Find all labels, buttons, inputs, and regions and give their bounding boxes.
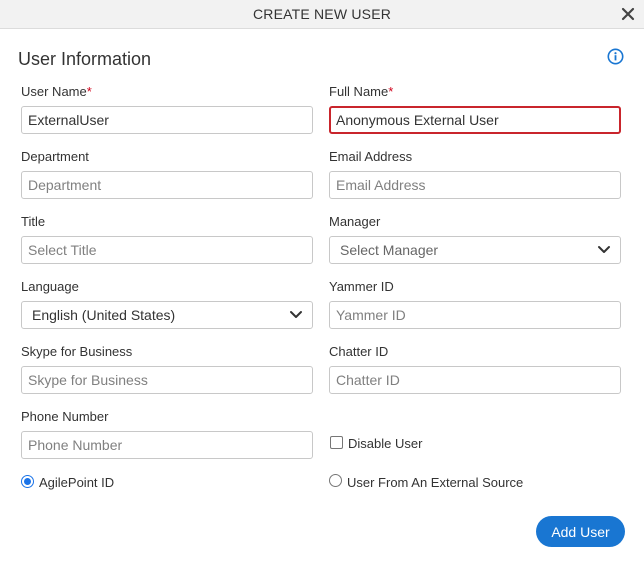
external-source-label[interactable]: User From An External Source bbox=[347, 475, 523, 490]
external-source-radio[interactable] bbox=[329, 474, 342, 487]
dialog-titlebar: CREATE NEW USER bbox=[0, 0, 644, 29]
yammer-label: Yammer ID bbox=[329, 279, 394, 294]
chevron-down-icon bbox=[290, 311, 302, 318]
manager-select-value: Select Manager bbox=[340, 242, 439, 258]
section-title: User Information bbox=[18, 49, 152, 69]
skype-input[interactable] bbox=[21, 366, 313, 394]
info-icon[interactable] bbox=[607, 48, 624, 65]
email-input[interactable] bbox=[329, 171, 621, 199]
title-input[interactable] bbox=[21, 236, 313, 264]
close-icon[interactable] bbox=[620, 6, 636, 22]
skype-label: Skype for Business bbox=[21, 344, 133, 359]
language-select-value: English (United States) bbox=[32, 307, 176, 323]
language-select[interactable]: English (United States) bbox=[21, 301, 313, 329]
agilepoint-id-label[interactable]: AgilePoint ID bbox=[39, 475, 114, 490]
manager-select[interactable]: Select Manager bbox=[329, 236, 621, 264]
disable-user-label[interactable]: Disable User bbox=[348, 436, 422, 451]
dialog-title: CREATE NEW USER bbox=[252, 6, 392, 22]
email-label: Email Address bbox=[329, 149, 413, 164]
disable-user-checkbox[interactable] bbox=[330, 436, 343, 449]
title-label: Title bbox=[21, 214, 46, 229]
phone-input[interactable] bbox=[21, 431, 313, 459]
chevron-down-icon bbox=[598, 246, 610, 253]
manager-label: Manager bbox=[329, 214, 381, 229]
language-label: Language bbox=[21, 279, 79, 294]
create-user-dialog: CREATE NEW USER User Information User Na… bbox=[0, 0, 644, 567]
department-label: Department bbox=[21, 149, 89, 164]
full-name-input[interactable] bbox=[329, 106, 621, 134]
agilepoint-id-radio[interactable] bbox=[21, 475, 34, 488]
user-name-input[interactable] bbox=[21, 106, 313, 134]
phone-label: Phone Number bbox=[21, 409, 109, 424]
chatter-label: Chatter ID bbox=[329, 344, 389, 359]
yammer-input[interactable] bbox=[329, 301, 621, 329]
department-input[interactable] bbox=[21, 171, 313, 199]
chatter-input[interactable] bbox=[329, 366, 621, 394]
user-name-label: User Name* bbox=[21, 84, 92, 99]
add-user-button[interactable]: Add User bbox=[536, 516, 625, 547]
full-name-label: Full Name* bbox=[329, 84, 394, 99]
